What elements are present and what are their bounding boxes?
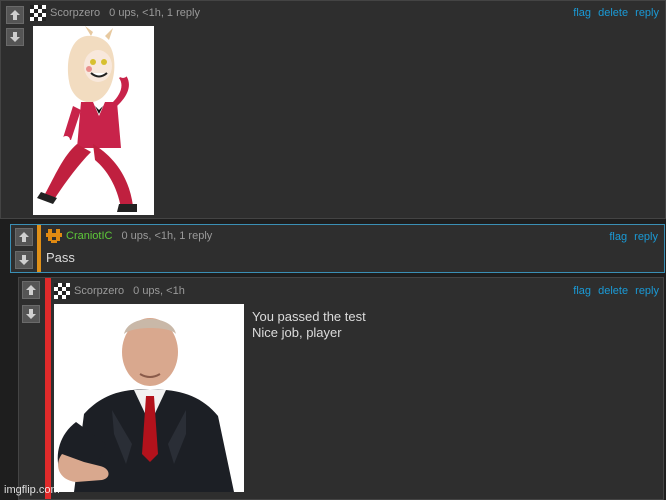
up-arrow-icon <box>9 9 21 21</box>
cartoon-character-image <box>33 26 154 215</box>
comment-image[interactable] <box>33 26 154 215</box>
flag-link[interactable]: flag <box>573 285 591 297</box>
delete-link[interactable]: delete <box>598 285 628 297</box>
comment-meta: CraniotIC 0 ups, <1h, 1 reply <box>46 228 212 244</box>
comment-text-line: You passed the test <box>252 309 366 324</box>
comment-text-line: Nice job, player <box>252 325 342 340</box>
delete-link[interactable]: delete <box>598 7 628 19</box>
reply-link[interactable]: reply <box>635 7 659 19</box>
comment-craniotic-reply: CraniotIC 0 ups, <1h, 1 reply flag reply… <box>10 224 665 273</box>
down-arrow-icon <box>18 254 30 266</box>
username[interactable]: Scorpzero <box>50 7 100 19</box>
reply-accent-bar <box>37 225 41 272</box>
upvote-button[interactable] <box>6 6 24 24</box>
imgflip-watermark: imgflip.com <box>4 484 60 496</box>
comment-actions: flag reply <box>605 231 658 243</box>
up-arrow-icon <box>18 231 30 243</box>
downvote-button[interactable] <box>6 28 24 46</box>
man-in-suit-image <box>54 304 244 492</box>
comment-text: Pass <box>46 250 75 265</box>
flag-link[interactable]: flag <box>573 7 591 19</box>
comment-actions: flag delete reply <box>569 7 659 19</box>
username[interactable]: CraniotIC <box>66 230 112 242</box>
upvote-button[interactable] <box>15 228 33 246</box>
avatar[interactable] <box>30 5 46 21</box>
flag-link[interactable]: flag <box>609 231 627 243</box>
up-arrow-icon <box>25 284 37 296</box>
comment-stats: 0 ups, <1h, 1 reply <box>109 7 200 19</box>
comment-meta: Scorpzero 0 ups, <1h, 1 reply <box>30 5 200 21</box>
reply-accent-bar <box>45 278 51 499</box>
comment-scorpzero-reply: Scorpzero 0 ups, <1h flag delete reply Y… <box>18 277 664 500</box>
comment-image[interactable] <box>54 304 244 492</box>
down-arrow-icon <box>25 308 37 320</box>
downvote-button[interactable] <box>15 251 33 269</box>
comment-scorpzero-image: Scorpzero 0 ups, <1h, 1 reply flag delet… <box>0 0 666 219</box>
down-arrow-icon <box>9 31 21 43</box>
downvote-button[interactable] <box>22 305 40 323</box>
comment-actions: flag delete reply <box>569 285 659 297</box>
comment-stats: 0 ups, <1h, 1 reply <box>121 230 213 242</box>
upvote-button[interactable] <box>22 281 40 299</box>
reply-link[interactable]: reply <box>634 231 658 243</box>
comment-meta: Scorpzero 0 ups, <1h <box>54 283 185 299</box>
avatar[interactable] <box>46 228 62 244</box>
comment-stats: 0 ups, <1h <box>133 285 185 297</box>
reply-link[interactable]: reply <box>635 285 659 297</box>
comment-text: You passed the test Nice job, player <box>252 309 366 341</box>
avatar[interactable] <box>54 283 70 299</box>
username[interactable]: Scorpzero <box>74 285 124 297</box>
